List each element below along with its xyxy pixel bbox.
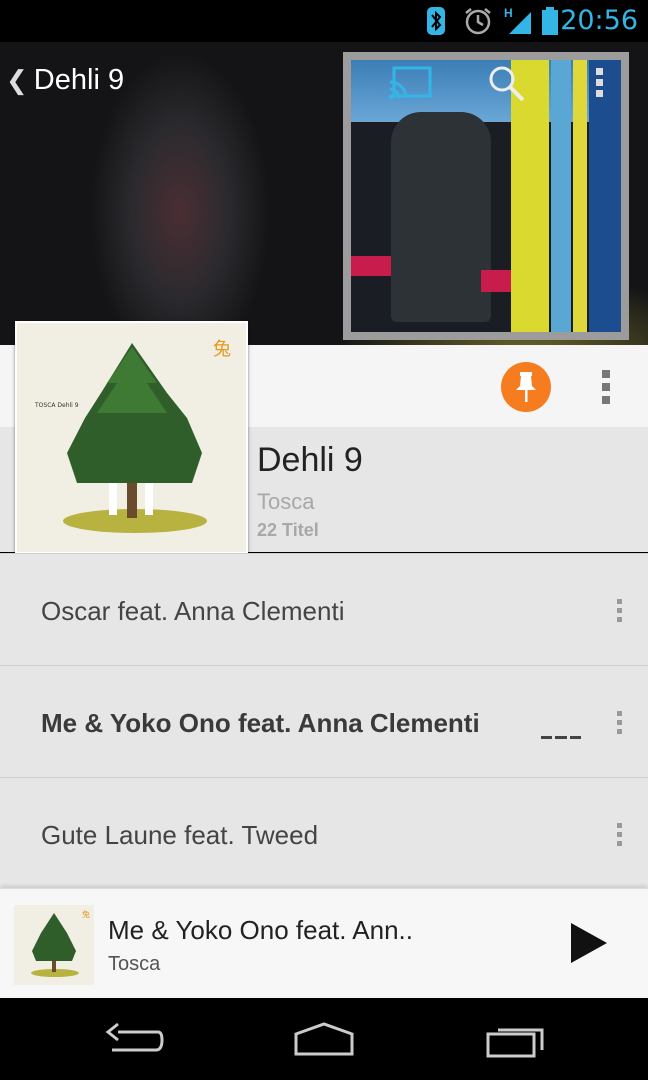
artist-photo bbox=[343, 52, 629, 340]
track-row[interactable]: Gute Laune feat. Tweed bbox=[0, 777, 648, 889]
svg-text:兔: 兔 bbox=[213, 339, 231, 360]
overflow-menu-icon[interactable] bbox=[596, 68, 604, 101]
back-chevron-icon: ❮ bbox=[6, 65, 28, 95]
track-row[interactable]: Oscar feat. Anna Clementi bbox=[0, 553, 648, 665]
status-bar: H 20:56 bbox=[0, 0, 648, 42]
album-title: Dehli 9 bbox=[257, 441, 363, 479]
svg-text:TOSCA Dehli 9: TOSCA Dehli 9 bbox=[34, 402, 79, 409]
back-button[interactable]: ❮ Dehli 9 bbox=[6, 64, 124, 97]
svg-text:兔: 兔 bbox=[82, 909, 90, 919]
now-playing-title: Me & Yoko Ono feat. Ann.. bbox=[108, 915, 413, 945]
track-more-icon[interactable] bbox=[617, 599, 623, 626]
now-playing-thumbnail: 兔 bbox=[14, 905, 94, 985]
album-more-button[interactable] bbox=[602, 370, 610, 409]
track-more-icon[interactable] bbox=[617, 823, 623, 850]
album-track-count: 22 Titel bbox=[257, 520, 319, 540]
track-more-icon[interactable] bbox=[617, 711, 623, 738]
play-icon[interactable] bbox=[571, 923, 607, 963]
track-row[interactable]: Me & Yoko Ono feat. Anna Clementi bbox=[0, 665, 648, 777]
album-artist[interactable]: Tosca bbox=[257, 489, 314, 515]
header-title: Dehli 9 bbox=[33, 64, 125, 96]
bluetooth-icon bbox=[427, 7, 445, 35]
back-icon[interactable] bbox=[104, 1020, 164, 1060]
navigation-bar bbox=[0, 998, 648, 1080]
track-title: Me & Yoko Ono feat. Anna Clementi bbox=[41, 708, 480, 738]
cast-icon[interactable] bbox=[388, 66, 432, 100]
album-header: ❮ Dehli 9 bbox=[0, 42, 648, 345]
status-time: 20:56 bbox=[560, 5, 638, 36]
track-list: Oscar feat. Anna Clementi Me & Yoko Ono … bbox=[0, 553, 648, 888]
now-playing-artist: Tosca bbox=[108, 953, 161, 975]
home-icon[interactable] bbox=[292, 1020, 356, 1060]
now-playing-bar[interactable]: 兔 Me & Yoko Ono feat. Ann.. Tosca bbox=[0, 888, 648, 998]
track-title: Oscar feat. Anna Clementi bbox=[41, 596, 345, 626]
alarm-icon bbox=[465, 8, 491, 35]
track-title: Gute Laune feat. Tweed bbox=[41, 820, 319, 850]
signal-icon bbox=[509, 12, 531, 34]
recents-icon[interactable] bbox=[484, 1020, 548, 1060]
battery-icon bbox=[542, 7, 558, 35]
pin-button[interactable] bbox=[501, 362, 551, 412]
pin-icon bbox=[516, 372, 536, 402]
album-cover-art: 兔 TOSCA Dehli 9 bbox=[15, 321, 248, 554]
now-playing-indicator-icon bbox=[541, 736, 581, 739]
search-icon[interactable] bbox=[487, 64, 527, 104]
